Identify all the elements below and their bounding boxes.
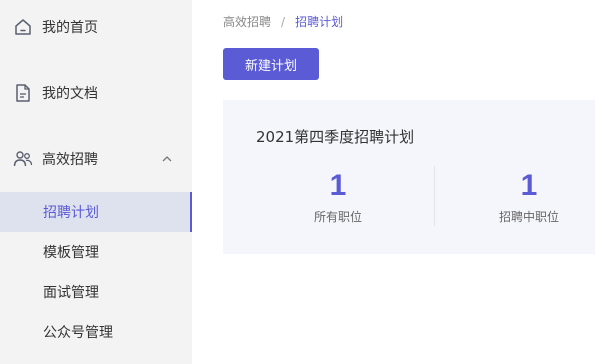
stat-value: 1 xyxy=(329,169,347,202)
sidebar-item-recruiting[interactable]: 高效招聘 xyxy=(0,145,192,173)
sidebar-subitem-label: 招聘计划 xyxy=(43,205,99,221)
sidebar-item-label: 我的首页 xyxy=(42,20,98,36)
new-plan-button[interactable]: 新建计划 xyxy=(223,48,319,80)
breadcrumb-parent[interactable]: 高效招聘 xyxy=(223,13,271,30)
stat-active-positions[interactable]: 1 招聘中职位 xyxy=(449,168,595,225)
users-icon xyxy=(12,148,34,170)
home-icon xyxy=(12,16,34,38)
document-icon xyxy=(12,82,34,104)
app-root: 我的首页 我的文档 高效招聘 招聘计划 模板管理 面试管理 公众号管理 高效招聘… xyxy=(0,0,595,364)
sidebar-item-label: 高效招聘 xyxy=(42,152,98,168)
sidebar-subitem-official-account[interactable]: 公众号管理 xyxy=(0,312,192,352)
plan-title[interactable]: 2021第四季度招聘计划 xyxy=(256,126,414,147)
stat-all-positions[interactable]: 1 所有职位 xyxy=(258,168,418,225)
sidebar-item-documents[interactable]: 我的文档 xyxy=(0,79,192,107)
breadcrumb-current: 招聘计划 xyxy=(295,15,344,29)
breadcrumb: 高效招聘 / 招聘计划 xyxy=(223,13,343,30)
sidebar-subitem-label: 公众号管理 xyxy=(43,325,113,341)
chevron-up-icon[interactable] xyxy=(160,152,174,166)
breadcrumb-separator: / xyxy=(281,14,286,29)
sidebar-subitem-label: 面试管理 xyxy=(43,285,99,301)
stat-divider xyxy=(434,166,435,226)
stat-label: 招聘中职位 xyxy=(498,210,559,224)
stat-label: 所有职位 xyxy=(313,210,362,224)
sidebar-subitem-recruitment-plan[interactable]: 招聘计划 xyxy=(0,192,192,232)
sidebar-subitem-template-management[interactable]: 模板管理 xyxy=(0,232,192,272)
sidebar-item-label: 我的文档 xyxy=(42,86,98,102)
stat-value: 1 xyxy=(520,169,538,202)
sidebar-subitem-interview-management[interactable]: 面试管理 xyxy=(0,272,192,312)
sidebar-item-home[interactable]: 我的首页 xyxy=(0,13,192,41)
plan-card[interactable]: 2021第四季度招聘计划 1 所有职位 1 招聘中职位 xyxy=(223,100,595,254)
sidebar: 我的首页 我的文档 高效招聘 招聘计划 模板管理 面试管理 公众号管理 xyxy=(0,0,192,364)
sidebar-subitem-label: 模板管理 xyxy=(43,245,99,261)
